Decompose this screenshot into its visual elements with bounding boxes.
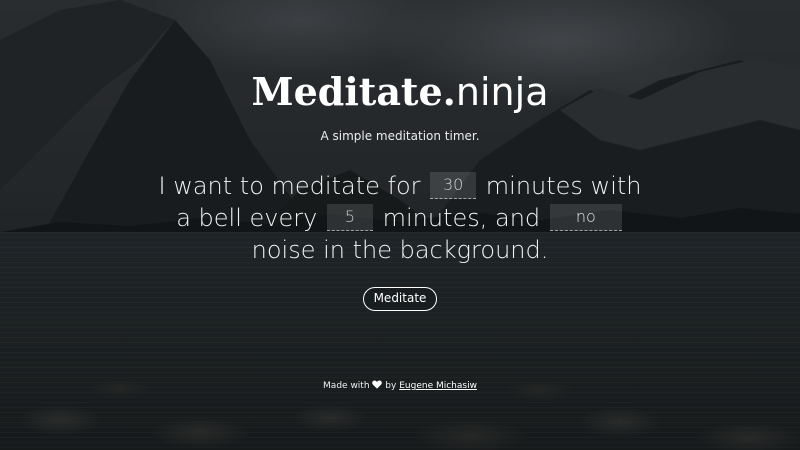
footer-made-with: Made with: [323, 381, 370, 391]
author-link[interactable]: Eugene Michasiw: [399, 381, 477, 391]
tagline: A simple meditation timer.: [320, 129, 480, 143]
sentence-text-3: a bell every: [176, 204, 318, 232]
noise-select[interactable]: no: [549, 203, 622, 231]
bell-interval-input[interactable]: 5: [326, 203, 373, 231]
sentence-line-3: noise in the background.: [150, 234, 650, 266]
site-title: Meditate.ninja: [0, 68, 800, 116]
sentence-text-5: noise in the background.: [251, 236, 549, 264]
footer-by: by: [385, 381, 397, 391]
sentence-line-2: a bell every 5 minutes, and no: [150, 202, 650, 234]
sentence-line-1: I want to meditate for 30 minutes with: [150, 170, 650, 202]
sentence-text-1: I want to meditate for: [158, 172, 421, 200]
footer: Made with by Eugene Michasiw: [0, 380, 800, 393]
main-content: Meditate.ninja A simple meditation timer…: [0, 0, 800, 450]
brand-name-light: ninja: [455, 70, 549, 114]
minutes-input[interactable]: 30: [430, 171, 477, 199]
sentence-text-2: minutes with: [485, 172, 642, 200]
heart-icon: [372, 380, 383, 393]
brand-name-bold: Meditate.: [251, 69, 456, 114]
sentence-text-4: minutes, and: [382, 204, 541, 232]
meditation-settings-sentence: I want to meditate for 30 minutes with a…: [150, 170, 650, 266]
meditate-button[interactable]: Meditate: [363, 287, 437, 311]
